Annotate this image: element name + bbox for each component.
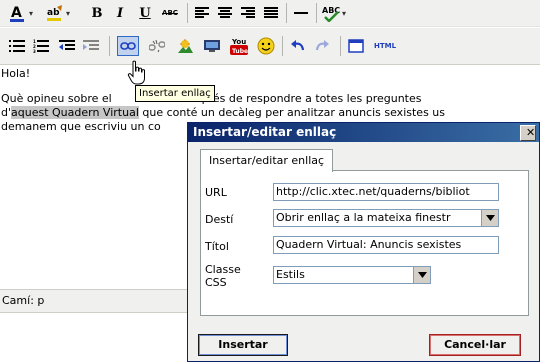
chevron-down-icon bbox=[413, 267, 430, 283]
unlink-button[interactable] bbox=[147, 36, 167, 56]
chevron-down-icon: ▾ bbox=[29, 8, 34, 18]
toolbar-separator bbox=[187, 3, 188, 23]
strikethrough-button[interactable]: ABC bbox=[160, 3, 180, 23]
redo-button[interactable] bbox=[312, 36, 332, 56]
align-justify-icon bbox=[264, 7, 278, 18]
youtube-button[interactable]: You Tube bbox=[228, 36, 250, 56]
target-value: Obrir enllaç a la mateixa finestr bbox=[276, 211, 451, 224]
link-icon bbox=[120, 42, 136, 50]
undo-button[interactable] bbox=[288, 36, 308, 56]
svg-text:Tube: Tube bbox=[232, 48, 248, 55]
fullscreen-button[interactable] bbox=[346, 36, 366, 56]
svg-text:3: 3 bbox=[33, 49, 36, 53]
window-icon bbox=[348, 39, 364, 53]
align-justify-button[interactable] bbox=[262, 3, 280, 23]
chevron-down-icon bbox=[481, 210, 498, 226]
align-center-icon bbox=[218, 7, 232, 18]
cancel-button[interactable]: Cancel·lar bbox=[429, 334, 521, 356]
toolbar-row-1: A ▾ ab ▾ B I U ABC ABC ▾ bbox=[0, 0, 540, 27]
link-dialog: Insertar/editar enllaç ✕ Insertar/editar… bbox=[187, 122, 540, 362]
url-input[interactable]: http://clic.xtec.net/quaderns/bibliot bbox=[273, 183, 499, 201]
spellcheck-button[interactable]: ABC ▾ bbox=[321, 3, 346, 23]
toolbar-separator bbox=[286, 3, 287, 23]
align-left-button[interactable] bbox=[193, 3, 211, 23]
close-icon: ✕ bbox=[526, 126, 536, 139]
toolbar-separator bbox=[340, 36, 341, 56]
chevron-down-icon: ▾ bbox=[342, 8, 347, 18]
font-color-icon: A bbox=[10, 5, 24, 22]
monitor-icon bbox=[204, 40, 220, 52]
align-right-button[interactable] bbox=[239, 3, 257, 23]
align-right-icon bbox=[241, 7, 255, 18]
svg-text:ab: ab bbox=[47, 8, 60, 18]
html-source-button[interactable]: HTML bbox=[372, 36, 398, 56]
tooltip: Insertar enllaç bbox=[135, 85, 215, 102]
youtube-icon: You Tube bbox=[230, 38, 248, 55]
toolbar-separator bbox=[282, 36, 283, 56]
align-left-icon bbox=[195, 7, 209, 18]
numbered-list-button[interactable]: 1 2 3 bbox=[32, 36, 50, 56]
toolbar-separator bbox=[109, 36, 110, 56]
content-line-1: Hola! bbox=[1, 67, 31, 80]
highlight-color-button[interactable]: ab ▾ bbox=[45, 3, 70, 23]
underline-button[interactable]: U bbox=[138, 3, 152, 23]
tab-insert-edit-link[interactable]: Insertar/editar enllaç bbox=[200, 149, 334, 172]
class-value: Estils bbox=[276, 268, 305, 281]
numbered-list-icon: 1 2 3 bbox=[33, 39, 49, 53]
path-indicator: Camí: p bbox=[2, 294, 45, 307]
align-center-button[interactable] bbox=[216, 3, 234, 23]
hand-cursor-icon bbox=[127, 60, 145, 85]
bold-button[interactable]: B bbox=[90, 3, 104, 23]
indent-button[interactable] bbox=[82, 36, 100, 56]
chevron-down-icon: ▾ bbox=[66, 8, 71, 18]
dialog-title: Insertar/editar enllaç bbox=[193, 125, 337, 139]
toolbar-row-2: 1 2 3 You Tube HTML bbox=[0, 28, 540, 65]
content-line-4: demanem que escriviu un co bbox=[1, 120, 161, 133]
horizontal-rule-button[interactable] bbox=[292, 3, 310, 23]
url-label: URL bbox=[205, 186, 227, 199]
bullet-list-icon bbox=[9, 40, 25, 52]
selected-text: aquest Quadern Virtual bbox=[11, 106, 139, 119]
close-button[interactable]: ✕ bbox=[520, 125, 536, 141]
toolbar-separator bbox=[316, 3, 317, 23]
class-select[interactable]: Estils bbox=[273, 266, 431, 284]
outdent-button[interactable] bbox=[58, 36, 76, 56]
insert-button[interactable]: Insertar bbox=[198, 334, 288, 356]
content-line-3: d'aquest Quadern Virtual que conté un de… bbox=[1, 106, 445, 119]
insert-image-button[interactable] bbox=[175, 36, 195, 56]
svg-text:You: You bbox=[231, 38, 246, 46]
bullet-list-button[interactable] bbox=[8, 36, 26, 56]
insert-media-button[interactable] bbox=[202, 36, 222, 56]
smiley-icon bbox=[257, 37, 275, 55]
emoticon-button[interactable] bbox=[256, 36, 276, 56]
italic-button[interactable]: I bbox=[113, 3, 127, 23]
insert-link-button[interactable] bbox=[117, 36, 139, 56]
outdent-icon bbox=[59, 40, 75, 50]
undo-icon bbox=[291, 40, 305, 51]
highlight-color-icon: ab bbox=[47, 5, 62, 21]
horizontal-rule-icon bbox=[294, 12, 308, 14]
redo-icon bbox=[315, 40, 329, 51]
spellcheck-icon: ABC bbox=[322, 6, 340, 22]
image-icon bbox=[178, 39, 193, 53]
title-input[interactable]: Quadern Virtual: Anuncis sexistes bbox=[273, 236, 499, 254]
class-label: Classe CSS bbox=[205, 263, 241, 289]
dialog-title-bar[interactable]: Insertar/editar enllaç ✕ bbox=[188, 123, 539, 142]
title-label: Títol bbox=[205, 240, 229, 253]
indent-icon bbox=[83, 40, 99, 50]
target-label: Destí bbox=[205, 213, 234, 226]
svg-text:A: A bbox=[11, 5, 22, 21]
unlink-icon bbox=[149, 39, 165, 53]
target-select[interactable]: Obrir enllaç a la mateixa finestr bbox=[273, 209, 499, 227]
font-color-button[interactable]: A ▾ bbox=[8, 3, 33, 23]
